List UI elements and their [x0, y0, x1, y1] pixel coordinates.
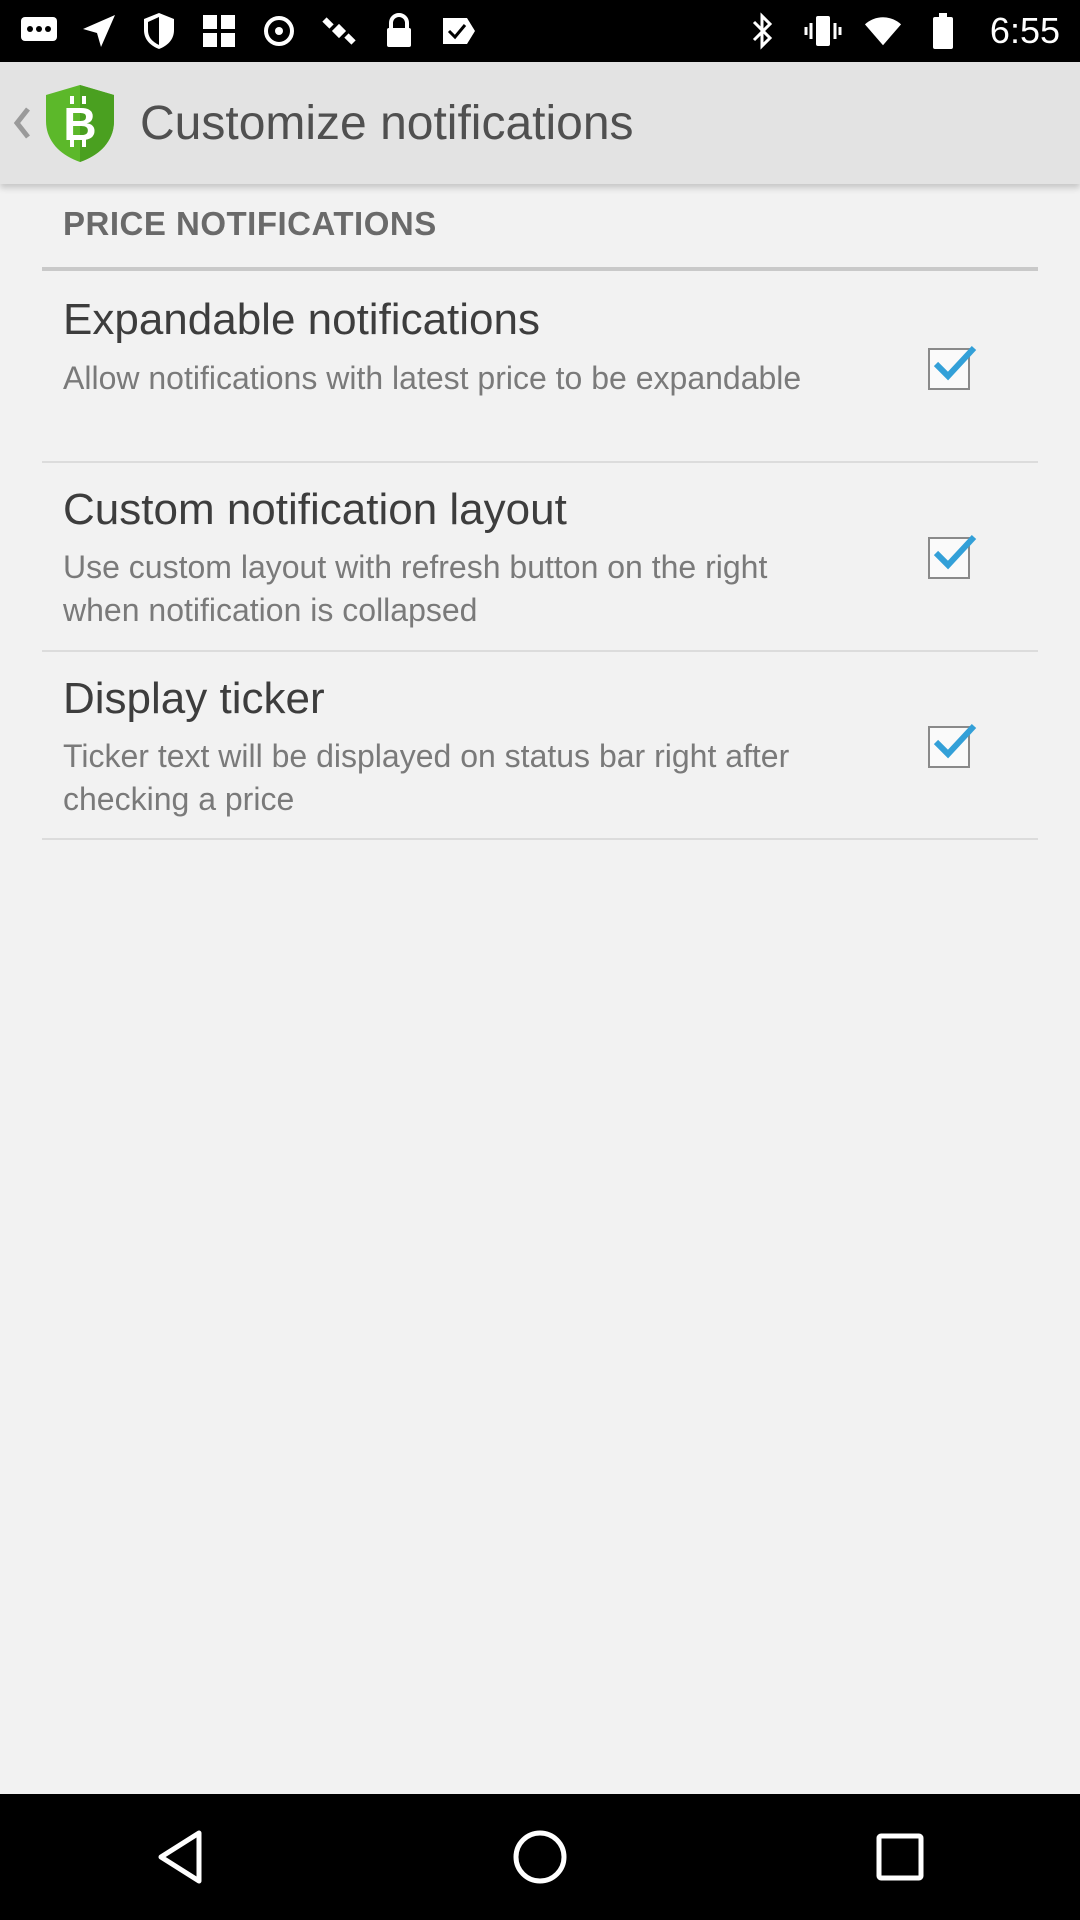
back-icon[interactable]: [120, 1797, 240, 1917]
custom-notification-layout-checkbox[interactable]: [928, 534, 977, 579]
section-header: PRICE NOTIFICATIONS: [63, 205, 437, 242]
preference-title: Custom notification layout: [63, 485, 567, 534]
navigation-bar: [0, 1794, 1080, 1920]
checkmark-icon: [933, 345, 977, 381]
row-divider: [42, 461, 1038, 463]
row-divider: [42, 838, 1038, 840]
status-time: 6:55: [989, 10, 1060, 51]
satellite-icon: [320, 12, 358, 50]
battery-icon: [924, 12, 962, 50]
display-ticker-checkbox[interactable]: [928, 723, 977, 768]
shield-icon: [140, 12, 178, 50]
sync-icon: [260, 12, 298, 50]
up-navigation-icon[interactable]: [8, 93, 36, 153]
preference-summary: Allow notifications with latest price to…: [63, 360, 802, 396]
vibrate-icon: [804, 12, 842, 50]
page-title: Customize notifications: [140, 96, 634, 150]
preference-title: Expandable notifications: [63, 295, 540, 344]
status-bar: 6:55: [0, 0, 1080, 62]
lock-icon: [380, 12, 418, 50]
action-bar: B Customize notifications: [0, 62, 1080, 184]
bitcoin-shield-icon[interactable]: B: [40, 83, 120, 163]
status-bar-right-icons: 6:55: [744, 10, 1060, 52]
checkmark-icon: [933, 534, 977, 570]
bluetooth-icon: [744, 12, 782, 50]
preference-summary: Ticker text will be displayed on status …: [63, 738, 790, 817]
preference-title: Display ticker: [63, 674, 325, 723]
grid-icon: [200, 12, 238, 50]
wifi-icon: [864, 12, 902, 50]
navigation-icon: [80, 12, 118, 50]
home-icon[interactable]: [480, 1797, 600, 1917]
section-divider: [42, 267, 1038, 271]
expandable-notifications-checkbox[interactable]: [928, 345, 977, 390]
svg-text:B: B: [63, 98, 96, 150]
preference-summary: Use custom layout with refresh button on…: [63, 549, 768, 628]
checkmark-icon: [933, 723, 977, 759]
status-bar-left-icons: [20, 12, 478, 50]
messages-icon: [20, 12, 58, 50]
row-divider: [42, 650, 1038, 652]
recents-icon[interactable]: [840, 1797, 960, 1917]
check-icon: [440, 12, 478, 50]
